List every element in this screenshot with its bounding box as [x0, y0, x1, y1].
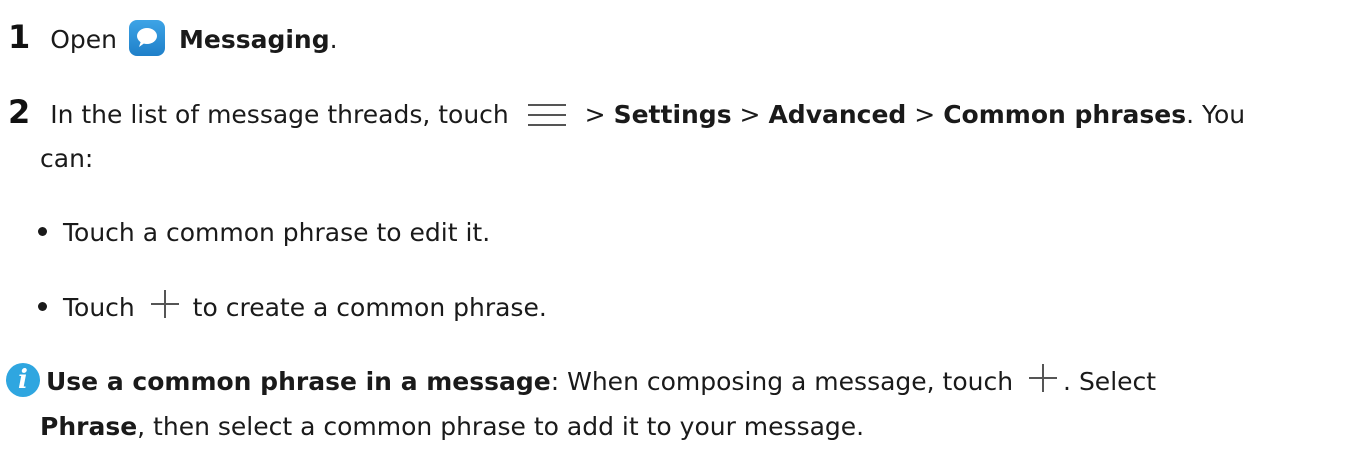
messaging-app-icon [129, 20, 165, 56]
step-2-continued: can: [40, 144, 94, 173]
note-text: : When composing a message, touch [550, 367, 1014, 396]
step-text-end: . You [1186, 100, 1246, 129]
separator: > [739, 100, 761, 129]
note-heading: Use a common phrase in a message [46, 367, 551, 396]
plus-icon [149, 288, 181, 324]
note: i Use a common phrase in a message: When … [6, 362, 1156, 398]
step-number: 1 [8, 18, 31, 56]
note-continued: Phrase, then select a common phrase to a… [40, 414, 864, 439]
menu-icon [527, 103, 567, 131]
separator: > [914, 100, 936, 129]
plus-icon [1027, 362, 1059, 398]
advanced-label: Advanced [768, 100, 907, 129]
bullet-text: to create a common phrase. [192, 293, 547, 322]
note-text: , then select a common phrase to add it … [137, 412, 865, 441]
bullet-text: Touch [63, 293, 135, 322]
bullet-item-edit: Touch a common phrase to edit it. [38, 220, 490, 245]
step-text: In the list of message threads, touch [50, 100, 509, 129]
common-phrases-label: Common phrases [943, 100, 1187, 129]
settings-label: Settings [613, 100, 732, 129]
bullet-item-create: Touch to create a common phrase. [38, 288, 547, 324]
bullet-dot [38, 302, 47, 311]
period: . [329, 25, 338, 54]
phrase-label: Phrase [40, 412, 138, 441]
bullet-dot [38, 227, 47, 236]
separator: > [584, 100, 606, 129]
bullet-text: Touch a common phrase to edit it. [63, 218, 491, 247]
step-number: 2 [8, 93, 31, 131]
step-text: Open [50, 25, 117, 54]
step-2: 2 In the list of message threads, touch … [8, 96, 1245, 131]
step-1: 1 Open Messaging. [8, 20, 338, 56]
info-icon: i [6, 363, 40, 397]
app-name: Messaging [179, 25, 330, 54]
note-text: . Select [1063, 367, 1157, 396]
